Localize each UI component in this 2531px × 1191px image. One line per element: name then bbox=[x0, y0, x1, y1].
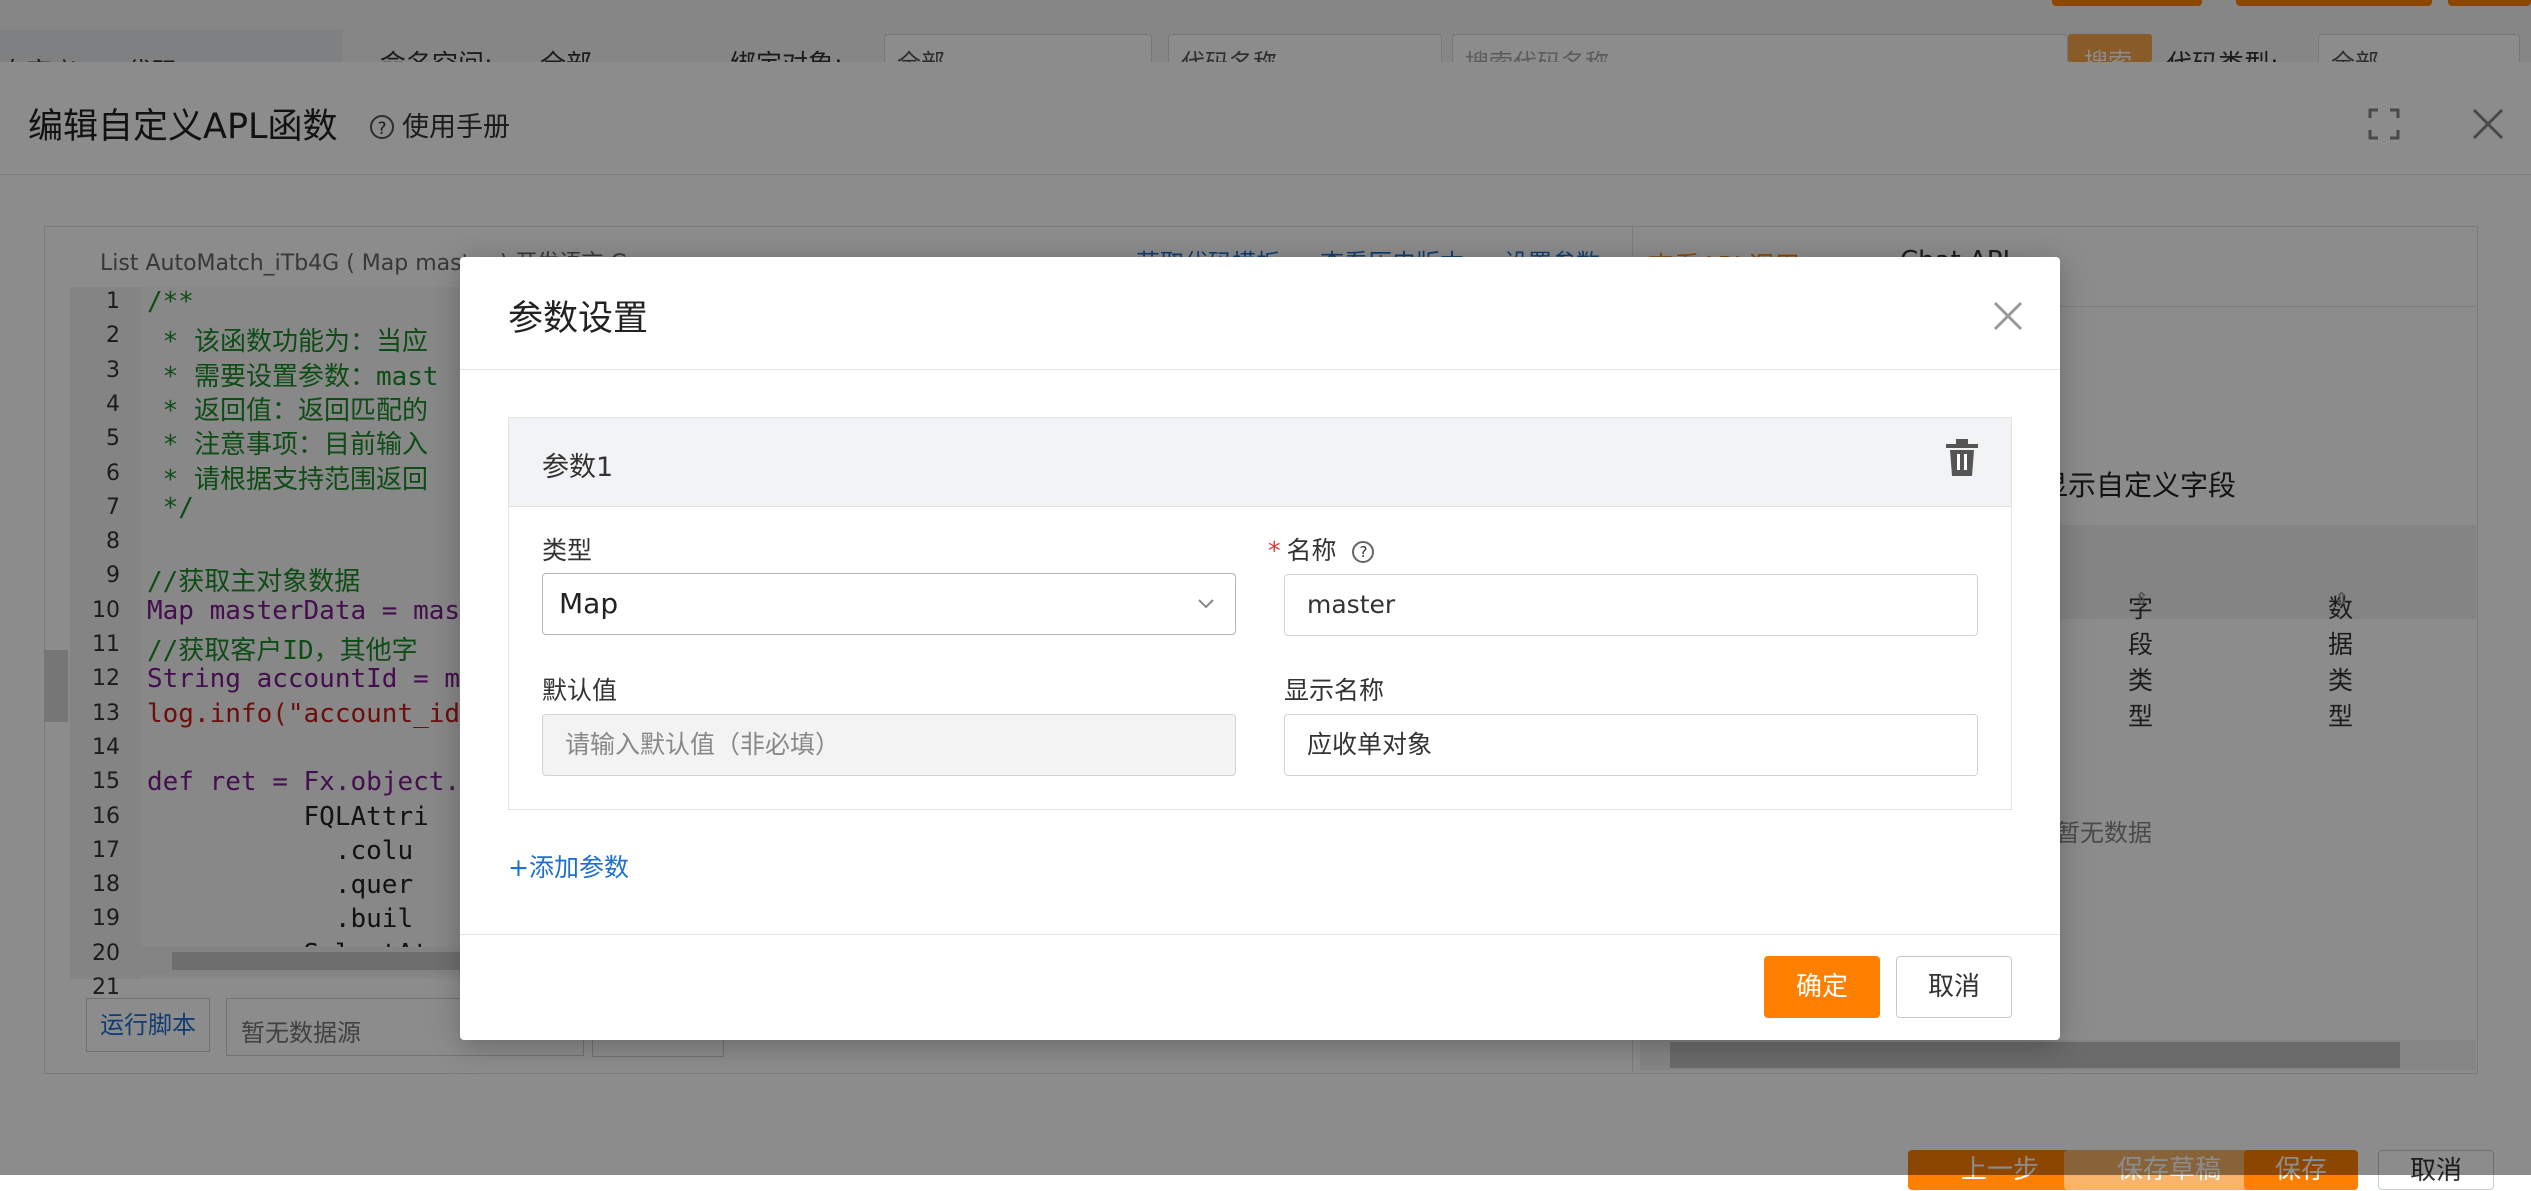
cancel-button[interactable]: 取消 bbox=[1896, 956, 2012, 1018]
required-mark: * bbox=[1268, 536, 1281, 565]
type-select[interactable]: Map bbox=[542, 573, 1236, 635]
close-icon[interactable] bbox=[1990, 298, 2026, 334]
type-value: Map bbox=[559, 587, 619, 620]
param-title: 参数1 bbox=[542, 452, 614, 483]
confirm-button[interactable]: 确定 bbox=[1764, 956, 1880, 1018]
modal-title: 参数设置 bbox=[508, 299, 649, 339]
trash-icon[interactable] bbox=[1944, 438, 1980, 478]
chevron-down-icon bbox=[1198, 599, 1214, 609]
default-value-label: 默认值 bbox=[542, 676, 618, 705]
display-name-input[interactable]: 应收单对象 bbox=[1284, 714, 1978, 776]
help-icon[interactable]: ? bbox=[1352, 541, 1375, 563]
display-name-label: 显示名称 bbox=[1284, 676, 1385, 705]
modal-header bbox=[460, 257, 2060, 370]
type-label: 类型 bbox=[542, 536, 593, 565]
add-param-link[interactable]: +添加参数 bbox=[508, 848, 629, 884]
modal-footer-divider bbox=[460, 934, 2060, 935]
default-value-input[interactable]: 请输入默认值（非必填） bbox=[542, 714, 1236, 776]
param-card-header bbox=[509, 418, 2011, 507]
name-label-text: 名称 bbox=[1286, 536, 1337, 565]
name-label: * 名称 ? bbox=[1268, 531, 1375, 567]
name-input[interactable]: master bbox=[1284, 574, 1978, 636]
